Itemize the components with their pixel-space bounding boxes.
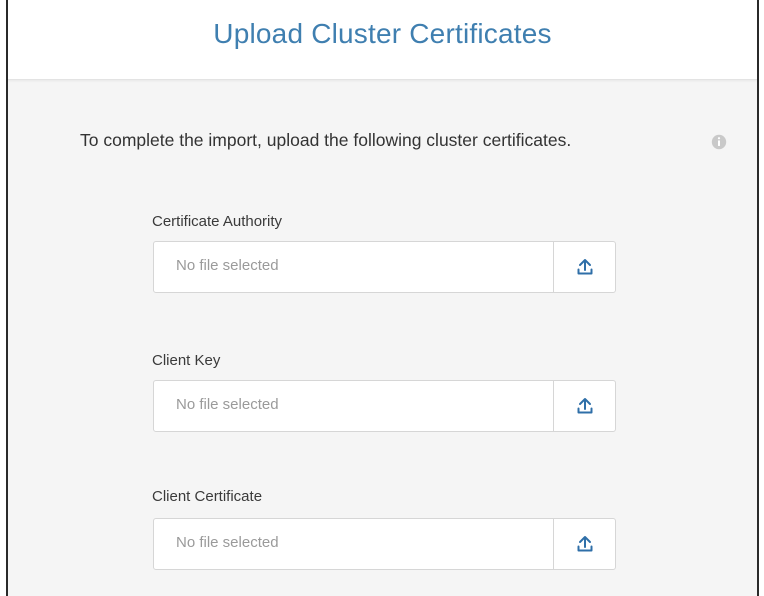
info-icon[interactable]: [711, 134, 727, 150]
client-key-file-input[interactable]: No file selected: [153, 380, 616, 432]
upload-icon: [577, 536, 592, 552]
client-certificate-upload-button[interactable]: [553, 519, 615, 569]
instruction-text: To complete the import, upload the follo…: [80, 130, 572, 150]
client-key-upload-button[interactable]: [553, 381, 615, 431]
client-certificate-file-input[interactable]: No file selected: [153, 518, 616, 570]
certificate-authority-file-input[interactable]: No file selected: [153, 241, 616, 293]
upload-certificates-dialog: Upload Cluster Certificates To complete …: [6, 0, 759, 596]
dialog-title: Upload Cluster Certificates: [213, 18, 552, 49]
certificate-authority-label: Certificate Authority: [152, 213, 283, 230]
certificate-authority-upload-button[interactable]: [553, 242, 615, 292]
dialog-header: Upload Cluster Certificates: [8, 0, 757, 80]
certificate-authority-file-text: No file selected: [176, 257, 279, 274]
upload-icon: [577, 259, 592, 275]
client-key-label: Client Key: [152, 352, 221, 369]
client-certificate-file-text: No file selected: [176, 534, 279, 551]
client-certificate-label: Client Certificate: [152, 488, 263, 505]
client-key-file-text: No file selected: [176, 396, 279, 413]
upload-icon: [577, 398, 592, 414]
